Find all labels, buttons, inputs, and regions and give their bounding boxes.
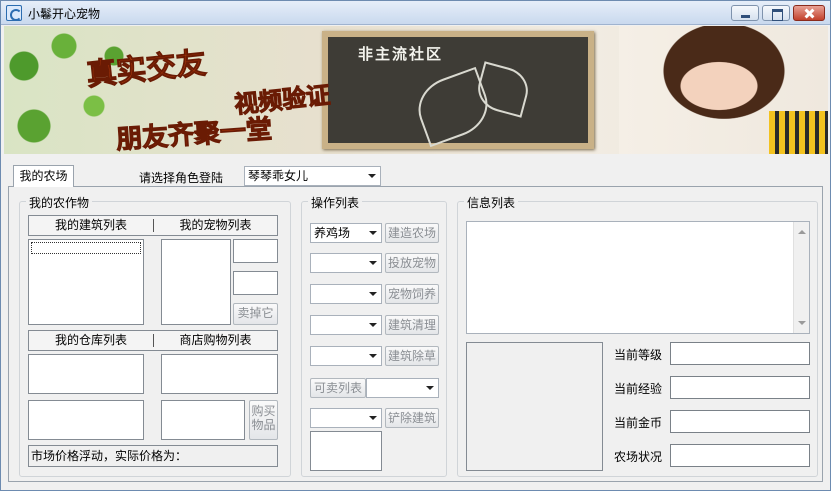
tab-my-farm[interactable]: 我的农场: [13, 165, 74, 187]
banner-headline-3: 朋友齐聚一堂: [115, 114, 274, 154]
farm-preview: [466, 342, 603, 471]
maximize-button[interactable]: [762, 5, 790, 21]
gold-field[interactable]: [670, 410, 810, 433]
window-title: 小鬈开心宠物: [28, 7, 101, 21]
pet-list-header: 我的宠物列表: [179, 218, 252, 232]
main-area: 我的农场 请选择角色登陆 琴琴乖女儿 我的农作物 我的建筑列表 我的宠物列表 卖…: [4, 156, 828, 488]
list-header-bar: 我的仓库列表 商店购物列表: [28, 330, 278, 351]
chevron-down-icon: [426, 386, 434, 390]
chevron-down-icon: [369, 416, 377, 420]
clean-building-button[interactable]: 建筑清理: [385, 315, 439, 335]
minimize-button[interactable]: [731, 5, 759, 21]
ad-banner[interactable]: 非主流社区 真实交友 视频验证 朋友齐聚一堂: [4, 26, 828, 154]
pet-list[interactable]: [161, 239, 231, 325]
chevron-down-icon: [369, 231, 377, 235]
building-list[interactable]: [28, 239, 144, 325]
info-group-title: 信息列表: [464, 194, 519, 211]
buy-button[interactable]: 购买物品: [249, 400, 278, 440]
farm-status-field[interactable]: [670, 444, 810, 467]
focused-list-row[interactable]: [31, 242, 141, 254]
sellable-combo[interactable]: [366, 378, 439, 398]
scroll-up-icon[interactable]: [798, 230, 806, 234]
level-label: 当前等级: [614, 348, 663, 362]
warehouse-list[interactable]: [28, 354, 144, 394]
price-status: 市场价格浮动，实际价格为：: [28, 445, 278, 467]
farm-group: 我的农作物 我的建筑列表 我的宠物列表 卖掉它 我的仓库列表 商店购物列表 购买…: [19, 194, 291, 477]
gold-label: 当前金币: [614, 416, 663, 430]
ops-combo-3[interactable]: [310, 284, 382, 304]
list-header-bar: 我的建筑列表 我的宠物列表: [28, 215, 278, 236]
info-list-scrollbar[interactable]: [793, 222, 809, 333]
chevron-down-icon: [369, 292, 377, 296]
close-button[interactable]: [793, 5, 825, 21]
chevron-down-icon: [368, 174, 376, 178]
pet-field-1[interactable]: [233, 239, 278, 263]
build-farm-button[interactable]: 建造农场: [385, 223, 439, 243]
chevron-down-icon: [369, 323, 377, 327]
app-window: 小鬈开心宠物 非主流社区 真实交友 视频验证 朋友齐聚一堂 我的农场 请选择角色…: [0, 0, 831, 491]
weed-building-button[interactable]: 建筑除草: [385, 346, 439, 366]
banner-chalkboard: 非主流社区: [322, 31, 594, 149]
chevron-down-icon: [369, 354, 377, 358]
ops-combo-5[interactable]: [310, 346, 382, 366]
ops-combo-2[interactable]: [310, 253, 382, 273]
experience-field[interactable]: [670, 376, 810, 399]
farm-group-title: 我的农作物: [26, 194, 93, 211]
sellable-list-button[interactable]: 可卖列表: [310, 378, 366, 398]
remove-building-button[interactable]: 铲除建筑: [385, 408, 439, 428]
ops-preview-box: [310, 431, 382, 471]
ops-combo-4[interactable]: [310, 315, 382, 335]
shop-detail[interactable]: [161, 400, 245, 440]
role-select-value: 琴琴乖女儿: [248, 169, 309, 183]
warehouse-list-header: 我的仓库列表: [54, 333, 127, 347]
tab-panel: 我的农作物 我的建筑列表 我的宠物列表 卖掉它 我的仓库列表 商店购物列表 购买…: [8, 186, 823, 482]
shop-list[interactable]: [161, 354, 278, 394]
feed-pet-button[interactable]: 宠物饲养: [385, 284, 439, 304]
title-bar[interactable]: 小鬈开心宠物: [1, 1, 830, 25]
shop-list-header: 商店购物列表: [179, 333, 252, 347]
info-list[interactable]: [466, 221, 810, 334]
experience-label: 当前经验: [614, 382, 663, 396]
release-pet-button[interactable]: 投放宠物: [385, 253, 439, 273]
banner-board-text: 非主流社区: [358, 45, 444, 63]
ops-combo-1[interactable]: 养鸡场: [310, 223, 382, 243]
remove-combo[interactable]: [310, 408, 382, 428]
role-select-label: 请选择角色登陆: [139, 171, 224, 185]
chevron-down-icon: [369, 261, 377, 265]
sell-button[interactable]: 卖掉它: [233, 303, 278, 325]
pet-field-2[interactable]: [233, 271, 278, 295]
warehouse-detail[interactable]: [28, 400, 144, 440]
ops-combo-value: 养鸡场: [314, 226, 351, 240]
role-select[interactable]: 琴琴乖女儿: [244, 166, 381, 186]
farm-status-label: 农场状况: [614, 450, 663, 464]
ops-group-title: 操作列表: [308, 194, 363, 211]
level-field[interactable]: [670, 342, 810, 365]
building-list-header: 我的建筑列表: [54, 218, 127, 232]
app-icon: [6, 5, 22, 21]
banner-photo: [619, 26, 828, 154]
info-group: 信息列表 当前等级 当前经验 当前金币 农场状况: [457, 194, 818, 477]
scroll-down-icon[interactable]: [798, 321, 806, 325]
ops-group: 操作列表 养鸡场 建造农场 投放宠物 宠物饲养 建筑清理 建筑除草 可卖列表 铲…: [301, 194, 447, 477]
